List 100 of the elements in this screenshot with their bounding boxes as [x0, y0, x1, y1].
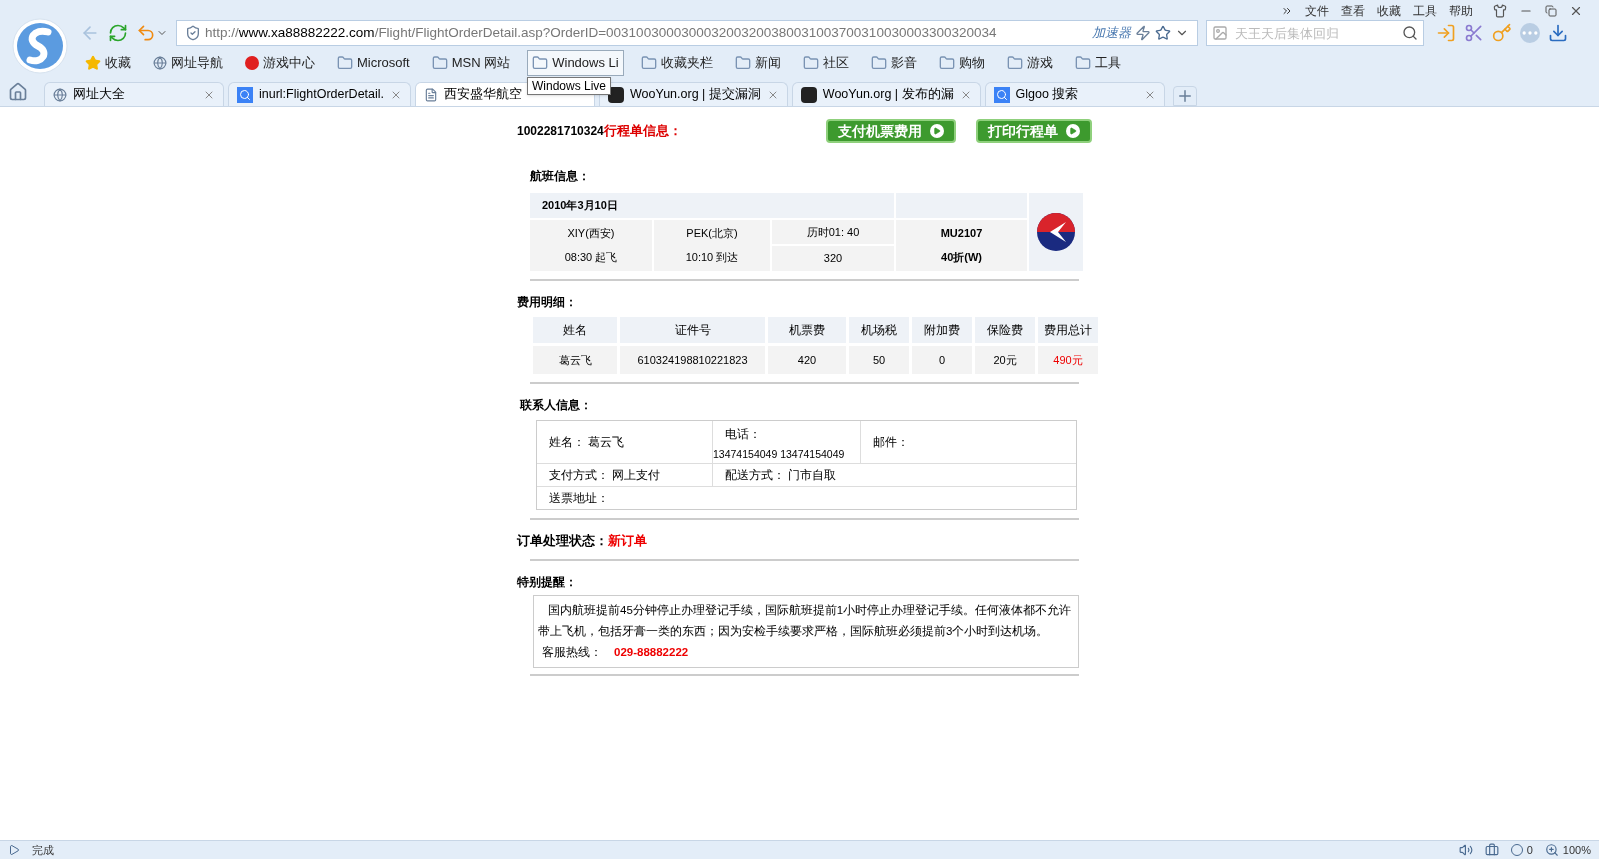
game-icon: [245, 56, 259, 70]
new-tab-icon[interactable]: [1172, 86, 1197, 106]
skin-icon[interactable]: [1493, 4, 1507, 18]
notice-text: 国内航班提前45分钟停止办理登记手续，国际航班提前1小时停止办理登记手续。任何液体都不允许带上飞机，包括牙膏一类的东西；因为安检手续要求严格，国际航班必须提前3个小时到达机场。: [538, 602, 1073, 639]
toolbox-icon[interactable]: [1484, 843, 1499, 857]
menu-item[interactable]: 收藏: [1377, 2, 1401, 20]
email-label: 邮件：: [861, 421, 1076, 464]
ad-block-counter[interactable]: 0: [1526, 841, 1533, 859]
action-button[interactable]: 支付机票费用: [826, 119, 956, 143]
page-icon: [424, 87, 439, 102]
flight-number: MU2107: [940, 225, 983, 241]
origin: XIY(西安): [567, 225, 615, 241]
globe-icon: [53, 87, 67, 102]
close-icon[interactable]: [1569, 4, 1583, 18]
folder-icon: [1074, 55, 1091, 71]
bookmark-item[interactable]: Windows Li: [527, 50, 624, 76]
column-header: 费用总计: [1038, 316, 1098, 343]
flight-date: 2010年3月10日: [530, 193, 894, 218]
bookmark-item[interactable]: Microsoft: [332, 50, 415, 76]
zoom-icon[interactable]: [1544, 843, 1559, 857]
table-cell: 0: [912, 345, 972, 374]
folder-icon: [640, 55, 657, 71]
more-options-icon[interactable]: [1520, 23, 1540, 43]
bookmark-item[interactable]: 网址导航: [148, 50, 228, 76]
column-header: 附加费: [912, 316, 972, 343]
delivery-method: 配送方式： 门市自取: [713, 463, 1076, 487]
phone-number: 13474154049 13474154049: [713, 447, 846, 462]
login-icon[interactable]: [1436, 23, 1456, 43]
browser-tab[interactable]: Glgoo 搜索: [984, 82, 1165, 106]
browser-tab[interactable]: 网址大全: [44, 82, 224, 106]
home-icon[interactable]: [8, 82, 28, 102]
bookmark-item[interactable]: 收藏夹栏: [635, 50, 718, 76]
search-field[interactable]: 天王天后集体回归: [1206, 20, 1424, 46]
section-heading: 特别提醒：: [517, 573, 578, 591]
fare-class: 40折(W): [941, 250, 982, 265]
contact-name: 姓名： 葛云飞: [537, 421, 713, 464]
tooltip: Windows Live: [527, 77, 612, 95]
scissors-icon[interactable]: [1464, 23, 1484, 43]
download-icon[interactable]: [1548, 23, 1568, 43]
table-cell: 葛云飞: [533, 345, 617, 374]
bookmark-item[interactable]: MSN 网站: [426, 50, 516, 76]
bookmark-item[interactable]: 游戏中心: [240, 50, 320, 76]
restore-icon[interactable]: [1545, 5, 1557, 17]
bookmark-item[interactable]: 购物: [933, 50, 990, 76]
volume-icon[interactable]: [1458, 843, 1473, 857]
airline-logo: [1036, 211, 1076, 252]
delivery-address-label: 送票地址：: [548, 489, 610, 507]
folder-icon: [870, 55, 887, 71]
sidebar-toggle-icon[interactable]: [8, 844, 20, 856]
column-header: 机场税: [849, 316, 909, 343]
order-status: 新订单: [608, 533, 647, 548]
address-bar[interactable]: http://www.xa88882222.com/Flight/FlightOrderDetail.asp?OrderID=0031003000300032003200380031003700310030003300320034 加速器: [176, 20, 1198, 46]
bookmark-item[interactable]: 工具: [1069, 50, 1126, 76]
departure-time: 08:30 起飞: [564, 250, 618, 265]
table-cell: 490元: [1038, 345, 1098, 374]
browser-logo[interactable]: [12, 18, 68, 74]
column-header: 保险费: [975, 316, 1035, 343]
bookmark-item[interactable]: 游戏: [1001, 50, 1058, 76]
hotline-label: 客服热线：: [542, 645, 602, 658]
hotline-number: 029-88882222: [614, 645, 689, 658]
menu-item[interactable]: 工具: [1413, 2, 1437, 20]
more-icon[interactable]: [1281, 5, 1293, 17]
column-header: 姓名: [533, 316, 617, 343]
star-icon: [85, 55, 101, 71]
bookmark-item[interactable]: 社区: [797, 50, 854, 76]
menu-item[interactable]: 查看: [1341, 2, 1365, 20]
globe-icon: [153, 56, 167, 70]
status-label: 订单处理状态：: [517, 533, 608, 548]
table-cell: 610324198810221823: [620, 345, 765, 374]
key-icon[interactable]: [1492, 23, 1512, 43]
shield-icon: [185, 25, 201, 41]
folder-icon: [337, 55, 353, 71]
browser-tab[interactable]: inurl:FlightOrderDetail.: [228, 82, 412, 106]
section-heading: 费用明细：: [517, 293, 578, 311]
status-text: 完成: [32, 842, 54, 858]
table-cell: 50: [849, 345, 909, 374]
destination: PEK(北京): [686, 225, 738, 241]
image-icon: [1212, 25, 1228, 41]
menu-item[interactable]: 文件: [1305, 2, 1329, 20]
favorite-icon[interactable]: [1155, 25, 1171, 41]
bookmark-item[interactable]: 新闻: [729, 50, 786, 76]
folder-icon: [802, 55, 819, 71]
site-icon: [800, 86, 817, 103]
aircraft-type: 320: [772, 246, 894, 271]
browser-tab[interactable]: WooYun.org | 发布的漏: [791, 82, 981, 106]
column-header: 机票费: [768, 316, 846, 343]
lightning-icon[interactable]: [1135, 25, 1151, 41]
refresh-icon[interactable]: [108, 23, 128, 43]
flight-duration: 历时01: 40: [772, 219, 894, 244]
payment-method: 支付方式： 网上支付: [537, 463, 713, 487]
undo-icon[interactable]: [136, 23, 156, 43]
section-heading: 航班信息：: [530, 168, 591, 185]
action-button[interactable]: 打印行程单: [976, 119, 1092, 143]
search-icon: [993, 86, 1010, 103]
bookmark-item[interactable]: 收藏: [80, 50, 136, 76]
search-icon[interactable]: [1402, 25, 1418, 41]
bookmark-item[interactable]: 影音: [865, 50, 922, 76]
accelerator-link[interactable]: 加速器: [1092, 23, 1131, 43]
menu-item[interactable]: 帮助: [1449, 2, 1473, 20]
zoom-level[interactable]: 100%: [1562, 841, 1591, 859]
